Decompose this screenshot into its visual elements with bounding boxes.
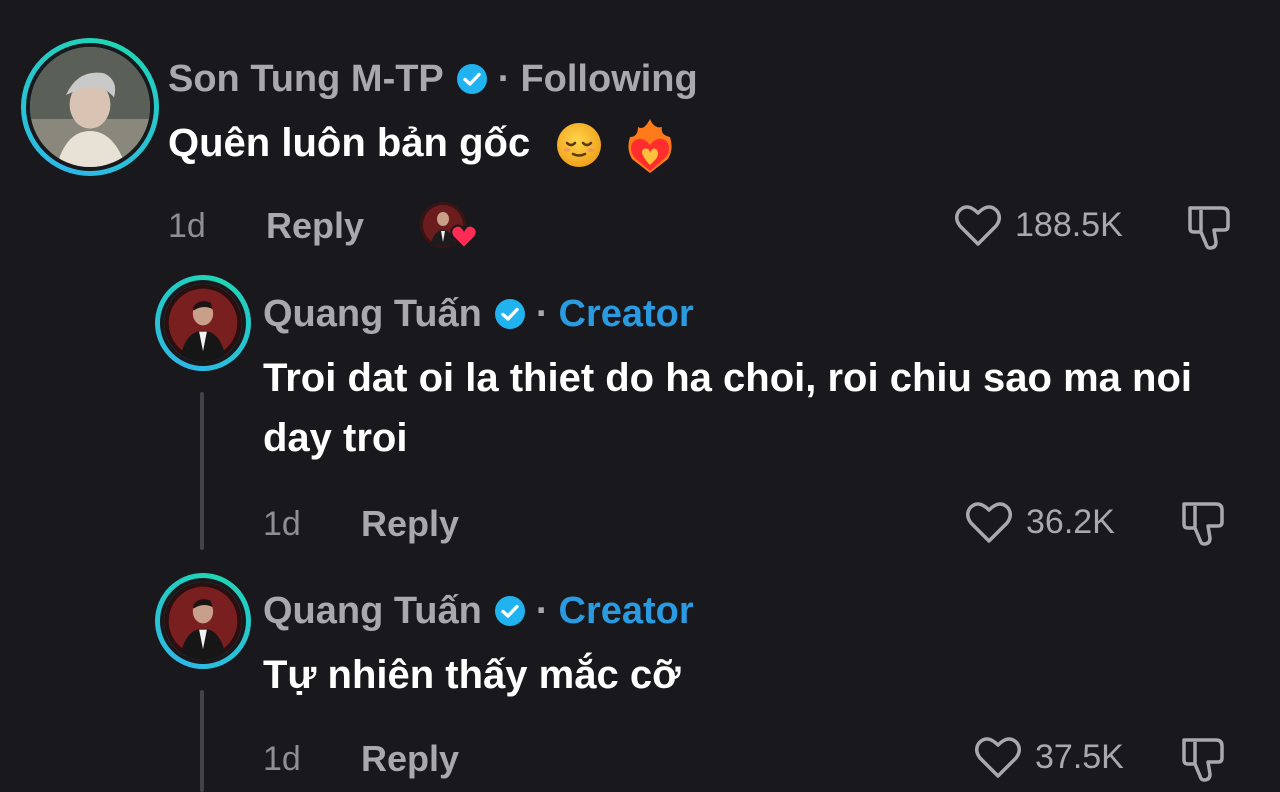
comment-header: Quang Tuấn · Creator [263, 292, 694, 336]
heart-icon[interactable] [973, 734, 1023, 780]
timestamp: 1d [263, 740, 301, 778]
avatar[interactable] [21, 38, 159, 176]
author-name[interactable]: Quang Tuấn [263, 590, 482, 633]
avatar[interactable] [155, 275, 251, 371]
like-count: 37.5K [1035, 737, 1124, 776]
heart-icon[interactable] [953, 202, 1003, 248]
dislike-icon[interactable] [1178, 498, 1226, 548]
comment-text: Tự nhiên thấy mắc cỡ [263, 653, 681, 697]
thread-line [200, 690, 204, 792]
author-name[interactable]: Son Tung M-TP [168, 58, 444, 101]
heart-on-fire-emoji [628, 119, 673, 174]
reply-button[interactable]: Reply [361, 503, 459, 545]
reply-button[interactable]: Reply [266, 205, 364, 247]
timestamp: 1d [168, 207, 206, 245]
comment-body: Quên luôn bản gốc [168, 121, 531, 165]
relieved-face-emoji [557, 123, 602, 168]
separator-dot: · [535, 589, 549, 632]
comment-text: Quên luôn bản gốc [168, 113, 868, 174]
comment-thread: Son Tung M-TP · Following Quên luôn bản … [0, 0, 1280, 792]
like-group: 36.2K [964, 499, 1115, 545]
creator-label: Creator [558, 589, 694, 632]
dislike-icon[interactable] [1178, 734, 1226, 784]
creator-liked-indicator [420, 202, 480, 254]
heart-icon[interactable] [964, 499, 1014, 545]
like-group: 37.5K [973, 734, 1124, 780]
separator-dot: · [535, 292, 549, 335]
like-count: 188.5K [1015, 205, 1123, 244]
avatar[interactable] [155, 573, 251, 669]
separator-dot: · [497, 57, 511, 100]
dislike-icon[interactable] [1184, 202, 1232, 252]
liked-heart-icon [450, 224, 478, 250]
verified-badge-icon [494, 596, 525, 626]
avatar-photo [164, 284, 242, 362]
avatar-photo [164, 582, 242, 660]
like-count: 36.2K [1026, 502, 1115, 541]
creator-label: Creator [558, 292, 694, 335]
comment-text: Troi dat oi la thiet do ha choi, roi chi… [263, 356, 1192, 460]
comment-header: Son Tung M-TP · Following [168, 57, 698, 101]
timestamp: 1d [263, 505, 301, 543]
following-label: Following [520, 57, 698, 100]
thread-line [200, 392, 204, 550]
avatar-photo [30, 47, 150, 167]
author-name[interactable]: Quang Tuấn [263, 293, 482, 336]
like-group: 188.5K [953, 202, 1123, 248]
reply-button[interactable]: Reply [361, 738, 459, 780]
comment-header: Quang Tuấn · Creator [263, 589, 694, 633]
verified-badge-icon [456, 64, 487, 94]
verified-badge-icon [494, 299, 525, 329]
